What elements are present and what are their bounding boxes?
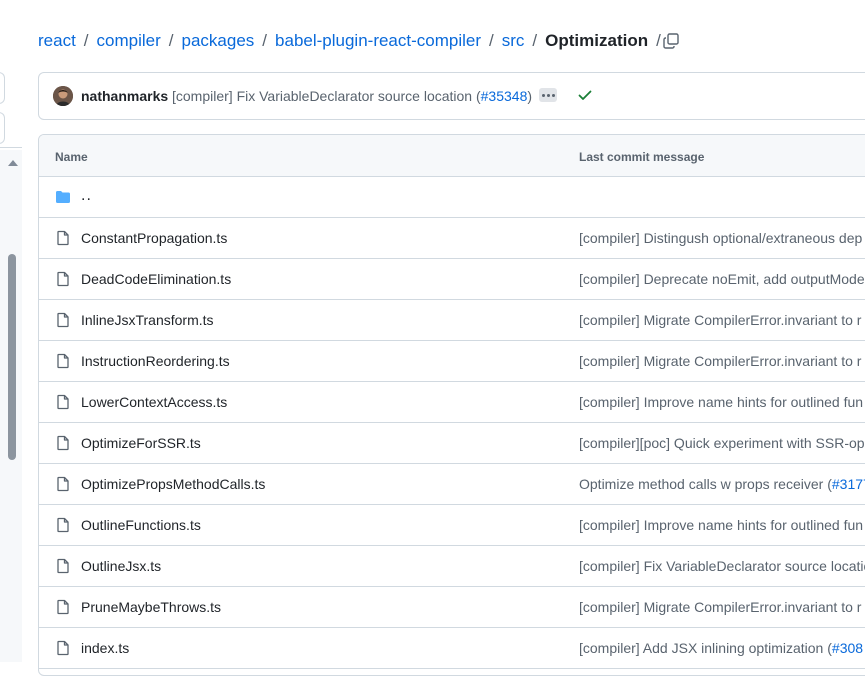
- copy-icon: [663, 33, 679, 49]
- file-name-link[interactable]: ConstantPropagation.ts: [81, 230, 227, 246]
- file-list: .. ConstantPropagation.ts [compiler] Dist…: [39, 177, 865, 669]
- file-icon: [57, 353, 69, 369]
- sidebar-button-top[interactable]: [0, 72, 5, 104]
- file-commit-message[interactable]: [compiler] Distingush optional/extraneou…: [579, 230, 862, 246]
- copy-path-button[interactable]: [660, 30, 682, 52]
- file-name-link[interactable]: OutlineFunctions.ts: [81, 517, 201, 533]
- parent-directory-row[interactable]: ..: [39, 177, 865, 218]
- file-row[interactable]: LowerContextAccess.ts [compiler] Improve …: [39, 382, 865, 423]
- file-icon: [57, 435, 69, 451]
- file-commit-text: [compiler] Migrate CompilerError.invaria…: [579, 353, 862, 369]
- file-name-link[interactable]: OptimizePropsMethodCalls.ts: [81, 476, 265, 492]
- file-row[interactable]: OutlineJsx.ts [compiler] Fix VariableDecl…: [39, 546, 865, 587]
- file-commit-message[interactable]: [compiler] Migrate CompilerError.invaria…: [579, 312, 861, 328]
- file-row[interactable]: DeadCodeElimination.ts [compiler] Depreca…: [39, 259, 865, 300]
- file-table: Name Last commit message .. ConstantProp…: [38, 134, 865, 676]
- file-commit-text: [compiler] Migrate CompilerError.invaria…: [579, 312, 862, 328]
- file-icon: [57, 640, 69, 656]
- parent-directory-link[interactable]: ..: [81, 187, 92, 205]
- file-commit-message[interactable]: [compiler] Fix VariableDeclarator source…: [579, 558, 865, 574]
- commit-author[interactable]: nathanmarks: [81, 88, 168, 104]
- file-row[interactable]: InlineJsxTransform.ts [compiler] Migrate …: [39, 300, 865, 341]
- file-row[interactable]: OptimizePropsMethodCalls.ts Optimize meth…: [39, 464, 865, 505]
- breadcrumb-separator: /: [532, 31, 538, 50]
- file-name-link[interactable]: PruneMaybeThrows.ts: [81, 599, 221, 615]
- breadcrumb-link-compiler[interactable]: compiler: [97, 31, 161, 51]
- file-commit-pr-link[interactable]: #308: [832, 640, 863, 656]
- file-name-link[interactable]: OutlineJsx.ts: [81, 558, 161, 574]
- commit-message-text: [compiler] Fix VariableDeclarator source…: [172, 88, 481, 104]
- file-commit-text: [compiler] Fix VariableDeclarator source…: [579, 558, 865, 574]
- file-commit-message[interactable]: [compiler][poc] Quick experiment with SS…: [579, 435, 865, 451]
- commit-message-end: ): [527, 88, 533, 104]
- file-commit-message[interactable]: [compiler] Migrate CompilerError.invaria…: [579, 353, 861, 369]
- file-commit-message[interactable]: [compiler] Add JSX inlining optimization…: [579, 640, 863, 656]
- file-commit-message[interactable]: [compiler] Improve name hints for outlin…: [579, 517, 863, 533]
- column-header-last-commit: Last commit message: [579, 150, 705, 164]
- file-name-link[interactable]: OptimizeForSSR.ts: [81, 435, 201, 451]
- sidebar-divider: [0, 147, 22, 148]
- file-row[interactable]: InstructionReordering.ts [compiler] Migra…: [39, 341, 865, 382]
- sidebar-scrollbar-thumb[interactable]: [8, 254, 16, 460]
- table-header: Name Last commit message: [39, 135, 865, 177]
- breadcrumb-separator: /: [489, 31, 494, 50]
- file-icon: [57, 312, 69, 328]
- file-name-link[interactable]: DeadCodeElimination.ts: [81, 271, 231, 287]
- file-name-link[interactable]: InstructionReordering.ts: [81, 353, 230, 369]
- breadcrumb-link-babel-plugin[interactable]: babel-plugin-react-compiler: [275, 31, 481, 51]
- file-commit-text: [compiler] Add JSX inlining optimization…: [579, 640, 832, 656]
- file-icon: [57, 271, 69, 287]
- file-commit-text: [compiler] Improve name hints for outlin…: [579, 517, 864, 533]
- sidebar-search-field[interactable]: [0, 112, 5, 144]
- file-commit-message[interactable]: [compiler] Deprecate noEmit, add outputM…: [579, 271, 865, 287]
- check-icon[interactable]: [577, 87, 593, 103]
- file-commit-message[interactable]: [compiler] Improve name hints for outlin…: [579, 394, 863, 410]
- breadcrumb-current: Optimization: [545, 31, 649, 50]
- breadcrumb-link-packages[interactable]: packages: [182, 31, 255, 51]
- file-icon: [57, 558, 69, 574]
- file-commit-message[interactable]: Optimize method calls w props receiver (…: [579, 476, 865, 492]
- breadcrumb-link-react[interactable]: react: [38, 31, 76, 51]
- expand-commit-button[interactable]: [539, 88, 557, 102]
- file-row[interactable]: OutlineFunctions.ts [compiler] Improve na…: [39, 505, 865, 546]
- file-icon: [57, 476, 69, 492]
- avatar[interactable]: [53, 86, 73, 106]
- column-header-name: Name: [55, 150, 88, 164]
- file-commit-text: [compiler] Migrate CompilerError.invaria…: [579, 599, 862, 615]
- file-name-link[interactable]: index.ts: [81, 640, 129, 656]
- folder-icon: [56, 191, 70, 203]
- file-commit-message[interactable]: [compiler] Migrate CompilerError.invaria…: [579, 599, 861, 615]
- latest-commit-bar: nathanmarks [compiler] Fix VariableDecla…: [38, 72, 865, 120]
- breadcrumb-separator: /: [83, 31, 89, 50]
- file-commit-text: [compiler] Improve name hints for outlin…: [579, 394, 864, 410]
- breadcrumb-link-src[interactable]: src: [502, 31, 525, 51]
- file-row[interactable]: OptimizeForSSR.ts [compiler][poc] Quick e…: [39, 423, 865, 464]
- commit-message[interactable]: [compiler] Fix VariableDeclarator source…: [172, 88, 532, 104]
- scroll-up-arrow-icon[interactable]: [8, 160, 18, 166]
- file-row[interactable]: ConstantPropagation.ts [compiler] Disting…: [39, 218, 865, 259]
- file-row[interactable]: PruneMaybeThrows.ts [compiler] Migrate Co…: [39, 587, 865, 628]
- breadcrumb: react / compiler / packages / babel-plug…: [38, 30, 669, 52]
- breadcrumb-separator: /: [168, 31, 174, 50]
- file-commit-text: [compiler][poc] Quick experiment with SS…: [579, 435, 865, 451]
- file-commit-text: [compiler] Deprecate noEmit, add outputM…: [579, 271, 865, 287]
- file-name-link[interactable]: LowerContextAccess.ts: [81, 394, 227, 410]
- file-commit-text: Optimize method calls w props receiver (: [579, 476, 832, 492]
- file-commit-pr-link[interactable]: #3177: [832, 476, 865, 492]
- file-icon: [57, 394, 69, 410]
- file-row[interactable]: index.ts [compiler] Add JSX inlining opti…: [39, 628, 865, 669]
- file-icon: [57, 517, 69, 533]
- file-commit-text: [compiler] Distingush optional/extraneou…: [579, 230, 863, 246]
- file-name-link[interactable]: InlineJsxTransform.ts: [81, 312, 214, 328]
- breadcrumb-separator: /: [262, 31, 268, 50]
- file-icon: [57, 230, 69, 246]
- commit-pr-link[interactable]: #35348: [481, 88, 528, 104]
- file-icon: [57, 599, 69, 615]
